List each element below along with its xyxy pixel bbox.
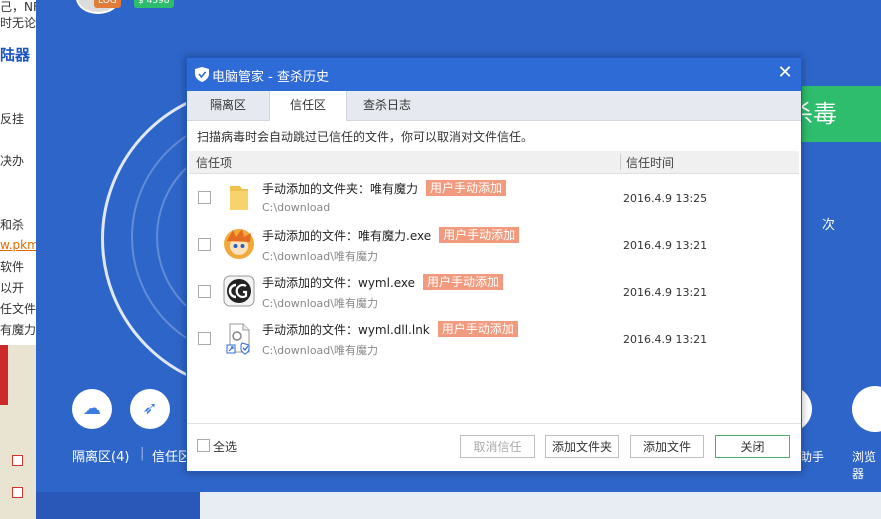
scan-history-dialog: 电脑管家 - 查杀历史 ✕ 隔离区 信任区 查杀日志 扫描病毒时会自动跳过已信任…: [186, 57, 802, 472]
bg-red-strip: [0, 345, 8, 405]
game-character-icon: [224, 229, 254, 259]
bg-text: 任文件: [0, 302, 36, 316]
tab-quarantine[interactable]: 隔离区: [187, 91, 269, 120]
row-path: C:\download\唯有魔力: [262, 344, 378, 357]
bg-text: 反挂: [0, 112, 25, 126]
bg-text: 和杀: [0, 218, 25, 232]
row-path: C:\download\唯有魔力: [262, 297, 378, 310]
dialog-titlebar[interactable]: 电脑管家 - 查杀历史 ✕: [187, 58, 801, 91]
row-path: C:\download\唯有魔力: [262, 250, 378, 263]
bg-thumbnail-image: [0, 345, 36, 519]
table-header: 信任项 信任时间: [189, 151, 799, 174]
level-badge: LOG: [94, 0, 121, 8]
separator: |: [140, 446, 145, 461]
quarantine-link[interactable]: 隔离区(4): [72, 446, 129, 465]
user-added-badge: 用户手动添加: [437, 321, 518, 337]
row-name-text: 手动添加的文件：唯有魔力.exe: [262, 229, 432, 243]
cloud-icon: ☁: [83, 398, 101, 419]
coin-badge: $ 4598: [134, 0, 174, 8]
select-all-checkbox[interactable]: [197, 439, 210, 452]
bg-link[interactable]: w.pkm: [0, 238, 36, 252]
close-icon[interactable]: ✕: [775, 63, 795, 83]
row-name: 手动添加的文件夹：唯有魔力 用户手动添加: [262, 180, 507, 197]
bg-text: 己，NFC: [0, 0, 36, 14]
row-checkbox[interactable]: [198, 332, 211, 345]
close-button[interactable]: 关闭: [715, 435, 790, 458]
dialog-tabs: 隔离区 信任区 查杀日志: [187, 91, 801, 121]
browser-label: 浏览器: [852, 450, 877, 481]
row-time: 2016.4.9 13:21: [623, 239, 708, 252]
add-file-button[interactable]: 添加文件: [630, 435, 704, 458]
dialog-footer: 全选 取消信任 添加文件夹 添加文件 关闭: [187, 423, 801, 472]
eagle-button[interactable]: ➶: [130, 389, 170, 429]
shield-icon: [195, 67, 209, 82]
select-all-label[interactable]: 全选: [213, 438, 237, 455]
background-webpage: 己，NFC 时无论 陆器 反挂 决办 和杀 w.pkm 软件 以开 任文件 有魔…: [0, 0, 36, 519]
untrust-button[interactable]: 取消信任: [460, 435, 535, 458]
row-name: 手动添加的文件：wyml.dll.lnk 用户手动添加: [262, 321, 518, 338]
row-time: 2016.4.9 13:21: [623, 286, 708, 299]
eagle-icon: ➶: [142, 398, 158, 419]
row-name-text: 手动添加的文件：wyml.exe: [262, 276, 416, 290]
bg-text: 时无论: [0, 16, 36, 30]
row-time: 2016.4.9 13:25: [623, 192, 708, 205]
table-row[interactable]: 手动添加的文件：唯有魔力.exe 用户手动添加 C:\download\唯有魔力 …: [189, 222, 799, 269]
row-path: C:\download: [262, 201, 331, 214]
table-row[interactable]: 手动添加的文件：wyml.dll.lnk 用户手动添加 C:\download\唯…: [189, 316, 799, 363]
row-checkbox[interactable]: [198, 285, 211, 298]
assistant-label: 助手: [800, 450, 825, 464]
bg-heading: 陆器: [0, 46, 31, 64]
row-time: 2016.4.9 13:21: [623, 333, 708, 346]
cg-app-icon: [223, 275, 255, 307]
dialog-title: 电脑管家 - 查杀历史: [212, 70, 329, 85]
cloud-button[interactable]: ☁: [72, 389, 112, 429]
row-name: 手动添加的文件：wyml.exe 用户手动添加: [262, 274, 504, 291]
trust-hint-text: 扫描病毒时会自动跳过已信任的文件，你可以取消对文件信任。: [197, 130, 534, 144]
row-name-text: 手动添加的文件：wyml.dll.lnk: [262, 323, 430, 337]
bottom-toolbar-active: [36, 492, 200, 519]
column-header-time: 信任时间: [626, 156, 675, 170]
row-name: 手动添加的文件：唯有魔力.exe 用户手动添加: [262, 227, 520, 244]
shortcut-file-icon: [226, 323, 250, 355]
user-added-badge: 用户手动添加: [423, 274, 504, 290]
row-checkbox[interactable]: [198, 191, 211, 204]
table-row[interactable]: 手动添加的文件：wyml.exe 用户手动添加 C:\download\唯有魔力 …: [189, 269, 799, 316]
column-header-item: 信任项: [196, 156, 233, 170]
tab-scan-log[interactable]: 查杀日志: [347, 91, 427, 120]
bg-text: 以开: [0, 281, 25, 295]
bg-checkbox: [12, 455, 23, 466]
tab-trust-zone[interactable]: 信任区: [269, 91, 347, 121]
bottom-toolbar: [36, 492, 881, 519]
scan-count-unit: 次: [822, 218, 836, 233]
bg-text: 决办: [0, 154, 25, 168]
row-checkbox[interactable]: [198, 238, 211, 251]
bg-checkbox: [12, 487, 23, 498]
bg-text: 软件: [0, 260, 25, 274]
folder-icon: [230, 186, 248, 210]
browser-button[interactable]: [852, 386, 881, 432]
table-row[interactable]: 手动添加的文件夹：唯有魔力 用户手动添加 C:\download 2016.4.9…: [189, 175, 799, 222]
bg-text: 有魔力: [0, 323, 36, 337]
column-divider[interactable]: [620, 154, 621, 170]
user-added-badge: 用户手动添加: [426, 180, 507, 196]
add-folder-button[interactable]: 添加文件夹: [545, 435, 619, 458]
user-added-badge: 用户手动添加: [439, 227, 520, 243]
row-name-text: 手动添加的文件夹：唯有魔力: [262, 182, 419, 196]
